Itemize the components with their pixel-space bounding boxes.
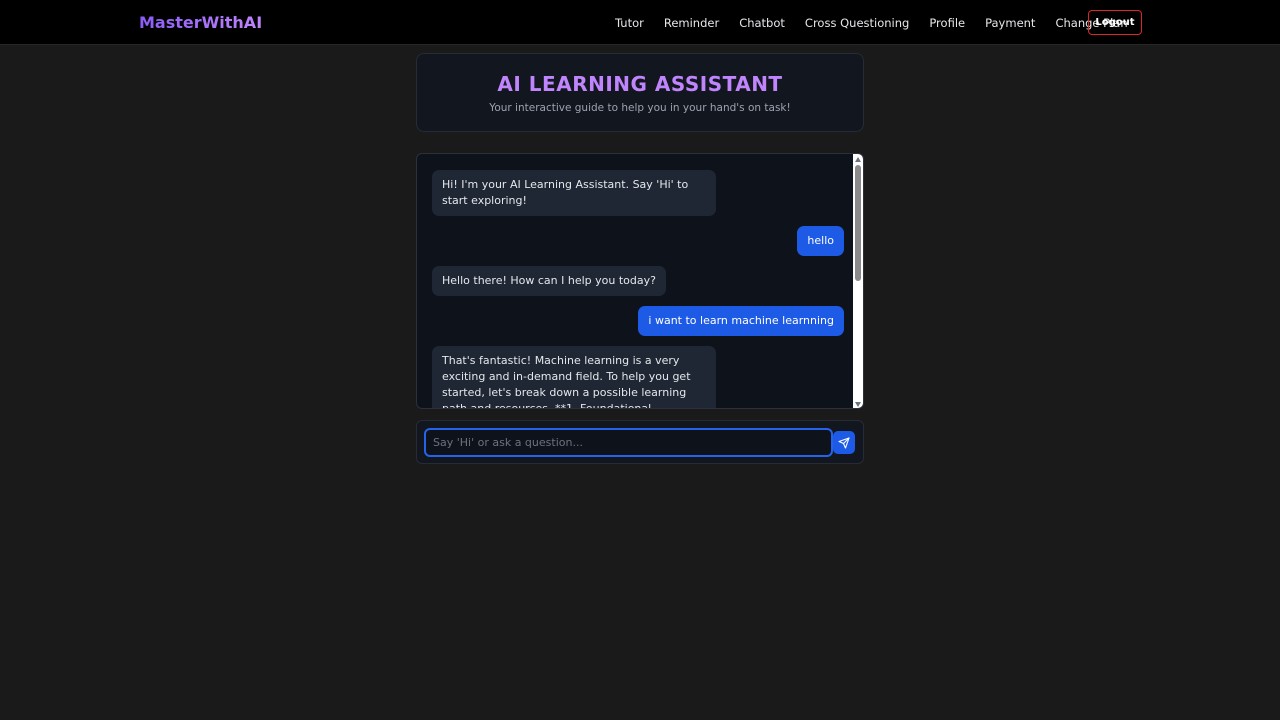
assistant-header: AI LEARNING ASSISTANT Your interactive g… (416, 53, 864, 132)
nav-link-reminder[interactable]: Reminder (664, 16, 719, 30)
nav-link-payment[interactable]: Payment (985, 16, 1035, 30)
nav-link-tutor[interactable]: Tutor (615, 16, 644, 30)
chat-input[interactable] (424, 428, 833, 457)
scroll-down-arrow-icon[interactable] (855, 402, 861, 407)
logout-button[interactable]: Logout (1088, 10, 1142, 35)
scroll-up-arrow-icon[interactable] (855, 157, 861, 162)
top-navbar: MasterWithAI Tutor Reminder Chatbot Cros… (0, 0, 1280, 45)
bot-message: That's fantastic! Machine learning is a … (432, 346, 716, 408)
user-message: hello (797, 226, 844, 256)
page-title: AI LEARNING ASSISTANT (497, 72, 783, 96)
bot-message: Hello there! How can I help you today? (432, 266, 666, 296)
chat-input-bar (416, 420, 864, 464)
user-message: i want to learn machine learnning (638, 306, 844, 336)
chat-message-list: Hi! I'm your AI Learning Assistant. Say … (417, 154, 854, 408)
bot-message: Hi! I'm your AI Learning Assistant. Say … (432, 170, 716, 216)
chat-window[interactable]: Hi! I'm your AI Learning Assistant. Say … (416, 153, 864, 409)
nav-link-profile[interactable]: Profile (929, 16, 965, 30)
scrollbar-thumb[interactable] (855, 165, 861, 281)
nav-link-chatbot[interactable]: Chatbot (739, 16, 785, 30)
nav-links: Tutor Reminder Chatbot Cross Questioning… (605, 0, 1138, 45)
page-subtitle: Your interactive guide to help you in yo… (489, 102, 791, 114)
send-button[interactable] (833, 431, 855, 454)
chat-scrollbar[interactable] (853, 154, 863, 408)
nav-link-cross-questioning[interactable]: Cross Questioning (805, 16, 909, 30)
brand-logo[interactable]: MasterWithAI (139, 13, 262, 32)
send-icon (838, 436, 850, 449)
